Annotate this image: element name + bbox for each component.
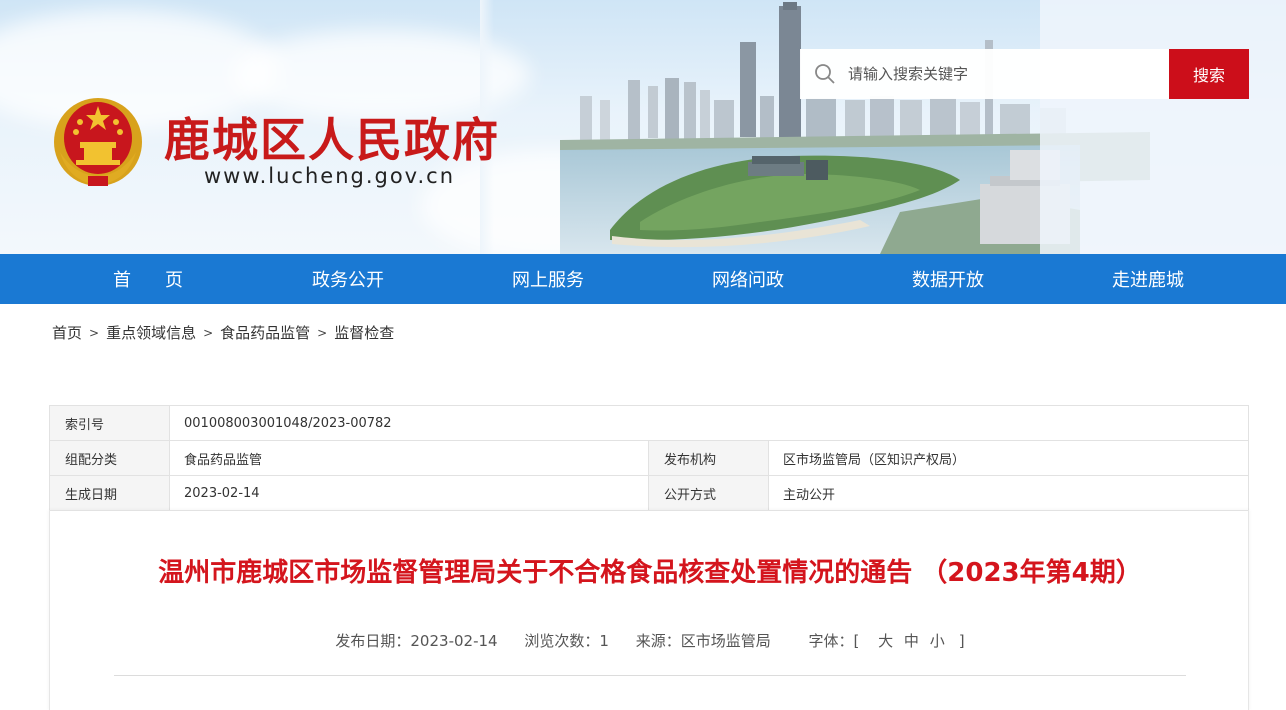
font-size-small-link[interactable]: 小 — [930, 632, 945, 650]
search-button[interactable]: 搜索 — [1169, 49, 1249, 99]
meta-value-publisher: 区市场监管局（区知识产权局） — [783, 452, 966, 468]
meta-value-category: 食品药品监管 — [170, 441, 649, 475]
meta-label-date: 生成日期 — [50, 476, 170, 510]
font-size-medium-link[interactable]: 中 — [904, 632, 919, 650]
article-title: 温州市鹿城区市场监督管理局关于不合格食品核查处置情况的通告 （2023年第4期） — [158, 558, 1142, 588]
meta-value-date: 2023-02-14 — [170, 476, 649, 510]
breadcrumb: 首页 > 重点领域信息 > 食品药品监管 > 监督检查 — [52, 322, 394, 343]
breadcrumb-separator: > — [203, 325, 214, 340]
site-url: www.lucheng.gov.cn — [204, 164, 456, 188]
article-divider — [114, 675, 1186, 676]
font-size-large-link[interactable]: 大 — [878, 632, 893, 650]
font-size-control: 字体：[ 大 中 小] — [797, 632, 975, 650]
meta-row-index: 索引号 001008003001048/2023-00782 — [50, 406, 1248, 441]
nav-item-home[interactable]: 首页 — [48, 254, 248, 304]
site-title: 鹿城区人民政府 — [164, 113, 500, 167]
meta-value-index: 001008003001048/2023-00782 — [184, 415, 392, 431]
article-meta: 发布日期：2023-02-14 浏览次数：1 来源：区市场监管局 字体：[ 大 … — [50, 630, 1250, 651]
meta-label-index: 索引号 — [50, 406, 170, 440]
meta-row-category: 组配分类 食品药品监管 发布机构 区市场监管局（区知识产权局） — [50, 441, 1248, 476]
article-panel: 温州市鹿城区市场监督管理局关于不合格食品核查处置情况的通告 （2023年第4期）… — [49, 510, 1249, 710]
nav-item-online-inquiry[interactable]: 网络问政 — [648, 254, 848, 304]
article-source: 来源：区市场监管局 — [635, 632, 771, 650]
breadcrumb-link-home[interactable]: 首页 — [52, 322, 82, 343]
site-header: 鹿城区人民政府 www.lucheng.gov.cn 搜索 — [0, 0, 1286, 254]
meta-label-mode: 公开方式 — [649, 476, 769, 510]
meta-row-date: 生成日期 2023-02-14 公开方式 主动公开 — [50, 476, 1248, 511]
meta-value-mode: 主动公开 — [783, 487, 836, 503]
article-publish-date: 发布日期：2023-02-14 — [335, 632, 498, 650]
article-views: 浏览次数：1 — [524, 632, 609, 650]
breadcrumb-link-key-info[interactable]: 重点领域信息 — [106, 322, 196, 343]
breadcrumb-separator: > — [317, 325, 328, 340]
nav-item-online-services[interactable]: 网上服务 — [448, 254, 648, 304]
meta-label-category: 组配分类 — [50, 441, 170, 475]
breadcrumb-separator: > — [89, 325, 100, 340]
breadcrumb-link-inspection[interactable]: 监督检查 — [334, 322, 394, 343]
meta-label-publisher: 发布机构 — [649, 441, 769, 475]
search-icon — [815, 64, 835, 84]
document-meta-table: 索引号 001008003001048/2023-00782 组配分类 食品药品… — [49, 405, 1249, 511]
nav-item-government-affairs[interactable]: 政务公开 — [248, 254, 448, 304]
font-size-label: 字体：[ — [808, 632, 860, 650]
nav-item-open-data[interactable]: 数据开放 — [848, 254, 1048, 304]
search-box — [800, 49, 1169, 99]
main-nav: 首页 政务公开 网上服务 网络问政 数据开放 走进鹿城 — [0, 254, 1286, 304]
national-emblem-icon — [54, 98, 142, 186]
font-size-close: ] — [958, 632, 965, 650]
search-input[interactable] — [848, 65, 1158, 83]
breadcrumb-link-food-drug[interactable]: 食品药品监管 — [220, 322, 310, 343]
nav-item-about-lucheng[interactable]: 走进鹿城 — [1048, 254, 1248, 304]
